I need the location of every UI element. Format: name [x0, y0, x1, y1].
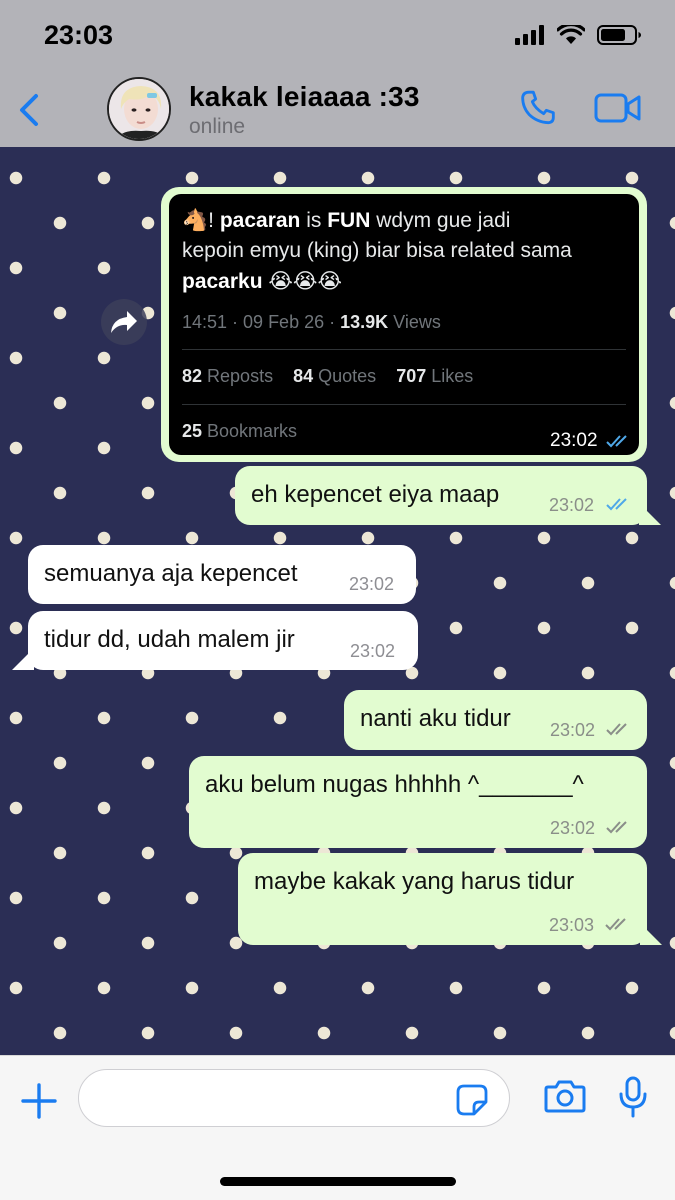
- wifi-icon: [557, 25, 585, 44]
- bookmarks-count: 25: [182, 421, 203, 441]
- message-composer: [0, 1055, 675, 1200]
- plus-icon[interactable]: [20, 1082, 58, 1120]
- forward-button[interactable]: [101, 299, 147, 345]
- quotes-count: 84: [293, 366, 314, 386]
- tweet-line-1: 🐴! pacaran is FUN wdym gue jadi: [182, 209, 510, 233]
- outgoing-message[interactable]: nanti aku tidur 23:02: [344, 690, 647, 750]
- message-text: aku belum nugas hhhhh ^_______^: [205, 771, 584, 798]
- reposts-label: Reposts: [202, 366, 274, 386]
- battery-icon: [597, 25, 641, 45]
- message-time: 23:02: [350, 641, 396, 661]
- read-ticks-icon: [606, 435, 627, 448]
- signal-icon: [515, 25, 544, 45]
- read-ticks-icon: [606, 498, 627, 511]
- tweet-views-count: 13.9K: [340, 312, 389, 332]
- camera-icon[interactable]: [544, 1078, 586, 1114]
- microphone-icon[interactable]: [618, 1076, 648, 1118]
- outgoing-message[interactable]: maybe kakak yang harus tidur 23:03: [238, 853, 662, 945]
- message-time: 23:03: [549, 915, 595, 935]
- quotes-label: Quotes: [313, 366, 377, 386]
- tweet-bold-word: FUN: [327, 209, 371, 232]
- likes-count: 707: [396, 366, 427, 386]
- message-time: 23:02: [550, 430, 598, 451]
- phone-call-icon[interactable]: [518, 88, 558, 128]
- incoming-message[interactable]: semuanya aja kepencet 23:02: [28, 545, 416, 604]
- bookmarks-label: Bookmarks: [202, 421, 298, 441]
- message-time: 23:02: [549, 495, 595, 515]
- message-text: tidur dd, udah malem jir: [44, 626, 295, 653]
- tweet-divider: [182, 349, 626, 350]
- sticker-icon[interactable]: [455, 1083, 489, 1117]
- forward-arrow-icon: [111, 311, 137, 333]
- tweet-line-3: pacarku 😭😭😭: [182, 269, 342, 294]
- tweet-text: 😭😭😭: [262, 270, 342, 293]
- delivered-ticks-icon: [606, 821, 627, 834]
- avatar-image: [109, 79, 169, 139]
- reposts-count: 82: [182, 366, 203, 386]
- tweet-bold-word: pacarku: [182, 270, 263, 293]
- status-icons: [515, 24, 643, 46]
- tweet-bookmarks: 25 Bookmarks: [182, 421, 297, 442]
- tweet-meta: 14:51 · 09 Feb 26 · 13.9K Views: [182, 312, 441, 333]
- message-text: maybe kakak yang harus tidur: [254, 868, 575, 895]
- message-text: nanti aku tidur: [360, 705, 511, 732]
- tweet-views-label: Views: [388, 312, 441, 332]
- tweet-divider: [182, 404, 626, 405]
- tweet-stats: 82 Reposts 84 Quotes 707 Likes: [182, 366, 473, 387]
- outgoing-message[interactable]: eh kepencet eiya maap 23:02: [235, 466, 661, 525]
- status-time: 23:03: [44, 20, 114, 50]
- chat-area[interactable]: 🐴! pacaran is FUN wdym gue jadi kepoin e…: [0, 147, 675, 1055]
- tweet-bold-word: pacaran: [219, 209, 301, 232]
- delivered-ticks-icon: [606, 723, 627, 736]
- chat-header: 23:03 kakak leiaaaa:33 online: [0, 0, 675, 147]
- message-time: 23:02: [349, 574, 395, 594]
- back-chevron-icon[interactable]: [16, 90, 46, 130]
- bubble-tail: [639, 503, 661, 525]
- delivered-ticks-icon: [605, 918, 626, 931]
- message-text: eh kepencet eiya maap: [251, 481, 500, 508]
- outgoing-message[interactable]: aku belum nugas hhhhh ^_______^ 23:02: [189, 756, 647, 848]
- tweet-date: 14:51 · 09 Feb 26 ·: [182, 312, 341, 332]
- tweet-card[interactable]: 🐴! pacaran is FUN wdym gue jadi kepoin e…: [169, 194, 639, 455]
- tweet-emoji-prefix: 🐴!: [182, 209, 220, 232]
- tweet-text: is: [300, 209, 328, 232]
- contact-status: online: [189, 115, 246, 138]
- bubble-tail: [12, 648, 34, 670]
- tweet-line-2: kepoin emyu (king) biar bisa related sam…: [182, 239, 572, 262]
- home-indicator: [220, 1177, 456, 1186]
- incoming-message[interactable]: tidur dd, udah malem jir 23:02: [12, 611, 418, 670]
- message-time: 23:02: [550, 720, 596, 740]
- likes-label: Likes: [426, 366, 474, 386]
- contact-name[interactable]: kakak leiaaaa :33: [189, 81, 420, 113]
- message-input[interactable]: [78, 1069, 510, 1127]
- video-call-icon[interactable]: [594, 92, 642, 124]
- bubble-tail: [640, 923, 662, 945]
- tweet-text: wdym gue jadi: [370, 209, 511, 232]
- avatar[interactable]: [107, 77, 171, 141]
- tweet-message-bubble[interactable]: 🐴! pacaran is FUN wdym gue jadi kepoin e…: [161, 187, 647, 462]
- message-time: 23:02: [550, 818, 596, 838]
- message-text: semuanya aja kepencet: [44, 560, 298, 587]
